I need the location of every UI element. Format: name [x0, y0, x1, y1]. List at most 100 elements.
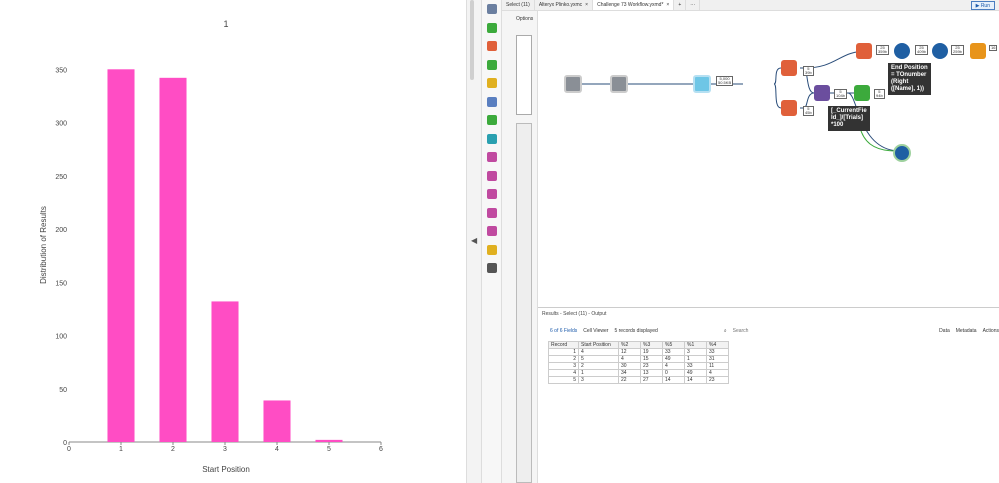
browse-tool-icon[interactable]: [932, 43, 948, 59]
record-count-badge: 16: [989, 45, 998, 51]
table-cell: 33: [662, 348, 685, 356]
column-header[interactable]: Record: [548, 341, 579, 349]
results-panel: Results - Select (11) - Output 6 of 6 Fi…: [538, 307, 999, 483]
tool-category-icon[interactable]: [487, 189, 497, 199]
formula-tool-icon[interactable]: [781, 100, 797, 116]
record-count-badge: 25 259b: [951, 45, 964, 55]
tool-category-icon[interactable]: [487, 115, 497, 125]
chart-bar: [263, 400, 291, 442]
table-cell: 4: [578, 348, 619, 356]
fields-dropdown[interactable]: 6 of 6 Fields: [550, 328, 577, 334]
run-button[interactable]: ▶ Run: [970, 1, 995, 10]
table-cell: 23: [640, 362, 663, 370]
workflow-canvas[interactable]: 5,000 50.5KB 5 39b 5 45b 5 104b 5 94b [_…: [538, 11, 999, 301]
field-grid[interactable]: [516, 35, 532, 115]
records-count: 5 records displayed: [614, 328, 658, 334]
table-cell: 22: [618, 376, 641, 384]
pane-splitter[interactable]: ◀: [466, 0, 482, 483]
select-tool-icon[interactable]: [894, 43, 910, 59]
input-tool-icon[interactable]: [564, 75, 582, 93]
table-cell: 14: [662, 376, 685, 384]
actions-dropdown[interactable]: Actions: [983, 328, 999, 334]
table-cell: 0: [662, 369, 685, 377]
record-count-badge: 25 409b: [915, 45, 928, 55]
transpose-tool-icon[interactable]: [854, 85, 870, 101]
tool-category-icon[interactable]: [487, 263, 497, 273]
y-tick-label: 100: [55, 334, 67, 341]
tab-plinko[interactable]: Alteryx Plinko.yxmc ×: [535, 0, 594, 10]
tool-category-icon[interactable]: [487, 78, 497, 88]
data-radio[interactable]: Data: [939, 328, 950, 334]
search-input[interactable]: [732, 327, 823, 335]
options-label: Options: [516, 16, 534, 22]
table-cell: 19: [640, 348, 663, 356]
table-cell: 1: [548, 348, 579, 356]
designer-app: Select (11) Alteryx Plinko.yxmc × Challen…: [502, 0, 999, 483]
y-axis-label: Distribution of Results: [39, 206, 48, 284]
join-tool-icon[interactable]: [814, 85, 830, 101]
new-tab-button[interactable]: +: [674, 0, 687, 10]
formula-tool-icon[interactable]: [856, 43, 872, 59]
record-count-badge: 25 359b: [876, 45, 889, 55]
close-icon[interactable]: ×: [666, 2, 669, 8]
tool-category-icon[interactable]: [487, 207, 497, 218]
connection-lines: [580, 50, 901, 152]
chart-bar: [159, 77, 187, 442]
table-cell: 2: [548, 355, 579, 363]
scrollbar-thumb[interactable]: [470, 0, 474, 80]
tool-category-icon[interactable]: [487, 133, 497, 144]
generate-rows-tool-icon[interactable]: [693, 75, 711, 93]
tool-category-icon[interactable]: [487, 22, 497, 33]
column-header[interactable]: %3: [640, 341, 663, 349]
tab-workflow[interactable]: Challenge 73 Workflow.yxmd* ×: [593, 0, 675, 10]
column-header[interactable]: %5: [662, 341, 685, 349]
record-count-badge: 5 94b: [874, 89, 885, 99]
more-tabs-button[interactable]: ···: [686, 0, 701, 10]
table-cell: 30: [618, 362, 641, 370]
table-row[interactable]: 2 5 4 15 49 1 31: [548, 355, 729, 363]
tool-category-icon[interactable]: [487, 244, 497, 255]
table-cell: 1: [578, 369, 619, 377]
chart-bar: [211, 301, 239, 442]
tab-select[interactable]: Select (11): [502, 0, 535, 10]
column-header[interactable]: %4: [706, 341, 729, 349]
column-header[interactable]: %2: [618, 341, 641, 349]
close-icon[interactable]: ×: [585, 2, 588, 8]
browse-tool-icon[interactable]: [893, 144, 911, 162]
table-body: 1 4 12 19 33 3 33 2 5 4 15 49 1 31 3 2 30 23 4 33 11 4 1 34 13 0 4…: [548, 348, 729, 384]
summarize-tool-icon[interactable]: [970, 43, 986, 59]
tab-label: Select (11): [506, 2, 530, 8]
table-cell: 33: [706, 348, 729, 356]
table-row[interactable]: 4 1 34 13 0 49 4: [548, 369, 729, 377]
formula-annotation: End Position = TOnumber (Right ([Name], …: [888, 63, 931, 95]
tab-label: Alteryx Plinko.yxmc: [538, 2, 583, 8]
table-cell: 3: [548, 362, 579, 370]
table-row[interactable]: 5 3 22 27 14 14 23: [548, 376, 729, 384]
metadata-radio[interactable]: Metadata: [956, 328, 977, 334]
table-cell: 5: [578, 355, 619, 363]
formula-tool-icon[interactable]: [781, 60, 797, 76]
y-tick-label: 50: [59, 387, 67, 394]
tool-category-icon[interactable]: [487, 152, 497, 162]
record-count-badge: 5 104b: [834, 89, 847, 99]
chart-bar: [315, 439, 343, 442]
tool-category-icon[interactable]: [487, 59, 497, 70]
table-cell: 31: [706, 355, 729, 363]
table-cell: 23: [706, 376, 729, 384]
collapse-arrow-icon[interactable]: ◀: [471, 236, 477, 245]
table-row[interactable]: 3 2 30 23 4 33 11: [548, 362, 729, 370]
table-cell: 4: [662, 362, 685, 370]
tool-category-icon[interactable]: [487, 96, 497, 107]
table-cell: 27: [640, 376, 663, 384]
tool-category-icon[interactable]: [487, 226, 497, 236]
cell-viewer-dropdown[interactable]: Cell Viewer: [583, 328, 608, 334]
y-tick-label: 250: [55, 174, 67, 181]
tool-category-icon[interactable]: [487, 4, 497, 14]
table-row[interactable]: 1 4 12 19 33 3 33: [548, 348, 729, 356]
tool-category-icon[interactable]: [487, 41, 497, 51]
column-header[interactable]: %1: [684, 341, 707, 349]
config-lower-area: [516, 123, 532, 483]
select-tool-icon[interactable]: [610, 75, 628, 93]
tool-category-icon[interactable]: [487, 170, 497, 181]
column-header[interactable]: Start Position: [578, 341, 619, 349]
